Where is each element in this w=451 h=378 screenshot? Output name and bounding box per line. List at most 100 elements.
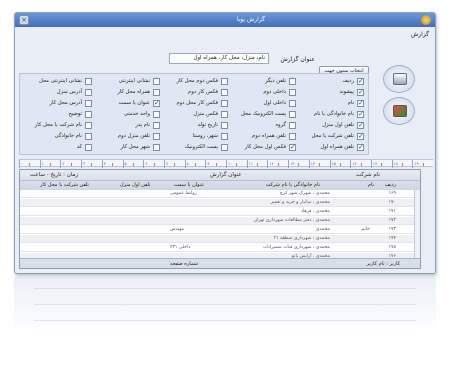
- column-checkbox[interactable]: شهر، روستا: [162, 132, 228, 141]
- checkbox-box[interactable]: [153, 111, 160, 118]
- checkbox-box[interactable]: [153, 122, 160, 129]
- table-row[interactable]: ۱۷۵ محمدی ، شهرداری قنات شمیرانات داخلی ۴۳…: [20, 244, 420, 252]
- ruler-tick: ۱۶: [350, 160, 357, 168]
- column-checkbox[interactable]: فکس منزل: [162, 110, 228, 119]
- column-checkbox[interactable]: پست الکترونیک محل: [230, 110, 296, 119]
- cell-row-number: ۱۷۱: [388, 209, 396, 214]
- checkbox-box[interactable]: [153, 99, 160, 108]
- column-checkbox[interactable]: داخلی اول: [230, 99, 296, 108]
- ruler-minor-mark: [319, 163, 321, 166]
- column-checkbox[interactable]: نام خانوادگی یا نام: [298, 110, 364, 119]
- column-checkbox-panel: ردیف پیشوند نام نام خانوادگی یا نام تلفن اول…: [19, 73, 369, 155]
- column-checkbox[interactable]: تلفن دیگر: [230, 77, 296, 86]
- column-checkbox[interactable]: تلفن شرکت یا محل: [298, 132, 364, 141]
- checkbox-box[interactable]: [289, 143, 296, 152]
- checkbox-box[interactable]: [357, 110, 364, 119]
- checkbox-box[interactable]: [357, 88, 364, 97]
- checkbox-box[interactable]: [153, 144, 160, 151]
- checkbox-box[interactable]: [85, 89, 92, 96]
- column-checkbox[interactable]: نام: [298, 99, 364, 108]
- column-checkbox[interactable]: ردیف: [298, 77, 364, 86]
- checkbox-box[interactable]: [153, 133, 160, 140]
- checkbox-box[interactable]: [221, 78, 228, 85]
- checkbox-box[interactable]: [221, 133, 228, 140]
- checkbox-box[interactable]: [289, 100, 296, 107]
- checkbox-box[interactable]: [153, 89, 160, 96]
- table-row[interactable]: ۱۷۰ محمدی ، ساتیار و خرید و تعمیر: [20, 199, 420, 207]
- column-checkbox[interactable]: گروه: [230, 121, 296, 130]
- column-checkbox[interactable]: نشانی اینترنتی محل: [26, 77, 92, 86]
- column-checkbox[interactable]: همراه محل کار: [94, 88, 160, 97]
- checkbox-box[interactable]: [221, 89, 228, 96]
- checkbox-box[interactable]: [289, 111, 296, 118]
- column-checkbox[interactable]: تلفن اول منزل: [298, 121, 364, 130]
- checkbox-box[interactable]: [153, 78, 160, 85]
- checkbox-box[interactable]: [357, 99, 364, 108]
- checkbox-box[interactable]: [85, 100, 92, 107]
- checkbox-box[interactable]: [221, 100, 228, 107]
- column-checkbox[interactable]: تلفن منزل دوم: [94, 132, 160, 141]
- table-row[interactable]: ۱۶۹ محمدی ، شهرک شهر کرج روابط عمومی: [20, 190, 420, 198]
- cell-family: محمدی ، شهرداری منطقه ۲۱: [273, 236, 330, 241]
- column-checkbox[interactable]: شهر محل کار: [94, 143, 160, 152]
- checkbox-box[interactable]: [289, 122, 296, 129]
- checkbox-box[interactable]: [85, 78, 92, 85]
- report-preview: زمان : تاریخ - ساعت عنوان گزارش نام شرکت…: [19, 169, 421, 269]
- column-checkbox[interactable]: تلفن همراه اول: [298, 143, 364, 152]
- table-row[interactable]: ۱۷۳ حاتم محمدی مهندس: [20, 226, 420, 234]
- column-checkbox[interactable]: فکس دوم محل کار: [162, 77, 228, 86]
- column-checkbox[interactable]: فکس کار دوم: [162, 88, 228, 97]
- report-scrollbar[interactable]: [414, 190, 420, 258]
- export-button[interactable]: [383, 97, 415, 125]
- cell-row-number: ۱۷۴: [388, 236, 396, 241]
- checkbox-box[interactable]: [221, 111, 228, 118]
- checkbox-box[interactable]: [85, 111, 92, 118]
- close-button[interactable]: ×: [19, 15, 29, 25]
- column-checkbox[interactable]: تاریخ تولد: [162, 121, 228, 130]
- table-row[interactable]: ۱۷۱ محمدی ، فرهاد: [20, 208, 420, 216]
- column-checkbox[interactable]: پست الکترونیک: [162, 143, 228, 152]
- table-row[interactable]: ۱۷۴ محمدی ، شهرداری منطقه ۲۱: [20, 235, 420, 243]
- column-checkbox[interactable]: نام شرکت یا محل کار: [26, 121, 92, 130]
- column-checkbox[interactable]: آدرس منزل: [26, 88, 92, 97]
- checkbox-box[interactable]: [357, 77, 364, 86]
- column-checkbox[interactable]: فکس اول محل کار: [230, 143, 296, 152]
- column-checkbox[interactable]: تلفن همراه دوم: [230, 132, 296, 141]
- column-checkbox[interactable]: نشانی اینترنتی: [94, 77, 160, 86]
- table-row[interactable]: ۱۷۲ محمدی ، دفتر مطالعات شهرداری تهران: [20, 217, 420, 225]
- report-window: × گزارش پویا گزارش عنوان گزارش نام، منزل…: [14, 12, 436, 274]
- checkbox-box[interactable]: [221, 122, 228, 129]
- checkbox-label: نشانی اینترنتی محل: [39, 78, 82, 84]
- checkbox-box[interactable]: [289, 133, 296, 140]
- cell-name: حاتم: [361, 227, 370, 232]
- report-title-input[interactable]: نام، منزل، محل کار، همراه اول: [169, 53, 269, 64]
- checkbox-box[interactable]: [357, 132, 364, 141]
- checkbox-label: پیشوند: [339, 89, 354, 95]
- column-checkbox[interactable]: فکس کار محل دوم: [162, 99, 228, 108]
- ruler-tick: ۱۷: [370, 160, 378, 168]
- checkbox-box[interactable]: [289, 89, 296, 96]
- cell-family: محمدی ، شهرک شهر کرج: [279, 191, 330, 196]
- col-header-row: ردیف: [384, 182, 396, 188]
- column-checkbox[interactable]: کد: [26, 143, 92, 152]
- print-button[interactable]: [383, 65, 415, 93]
- ruler-tick: ۱: [39, 160, 44, 168]
- column-checkbox[interactable]: نام پدر: [94, 121, 160, 130]
- checkbox-box[interactable]: [289, 78, 296, 85]
- checkbox-box[interactable]: [85, 133, 92, 140]
- column-checkbox[interactable]: پیشوند: [298, 88, 364, 97]
- checkbox-box[interactable]: [357, 143, 364, 152]
- checkbox-box[interactable]: [221, 144, 228, 151]
- checkbox-box[interactable]: [85, 144, 92, 151]
- report-header-title: عنوان گزارش: [210, 172, 242, 178]
- column-checkbox[interactable]: واحد خدمتی: [94, 110, 160, 119]
- column-checkbox[interactable]: عنوان یا سمت: [94, 99, 160, 108]
- column-checkbox[interactable]: آدرس محل کار: [26, 99, 92, 108]
- checkbox-box[interactable]: [85, 122, 92, 129]
- column-checkbox[interactable]: توضیح: [26, 110, 92, 119]
- column-checkbox[interactable]: داخلی دوم: [230, 88, 296, 97]
- ruler-tick: ۱۹: [412, 160, 419, 168]
- checkbox-box[interactable]: [357, 121, 364, 130]
- window-reflection: [14, 276, 436, 336]
- column-checkbox[interactable]: نام خانوادگی: [26, 132, 92, 141]
